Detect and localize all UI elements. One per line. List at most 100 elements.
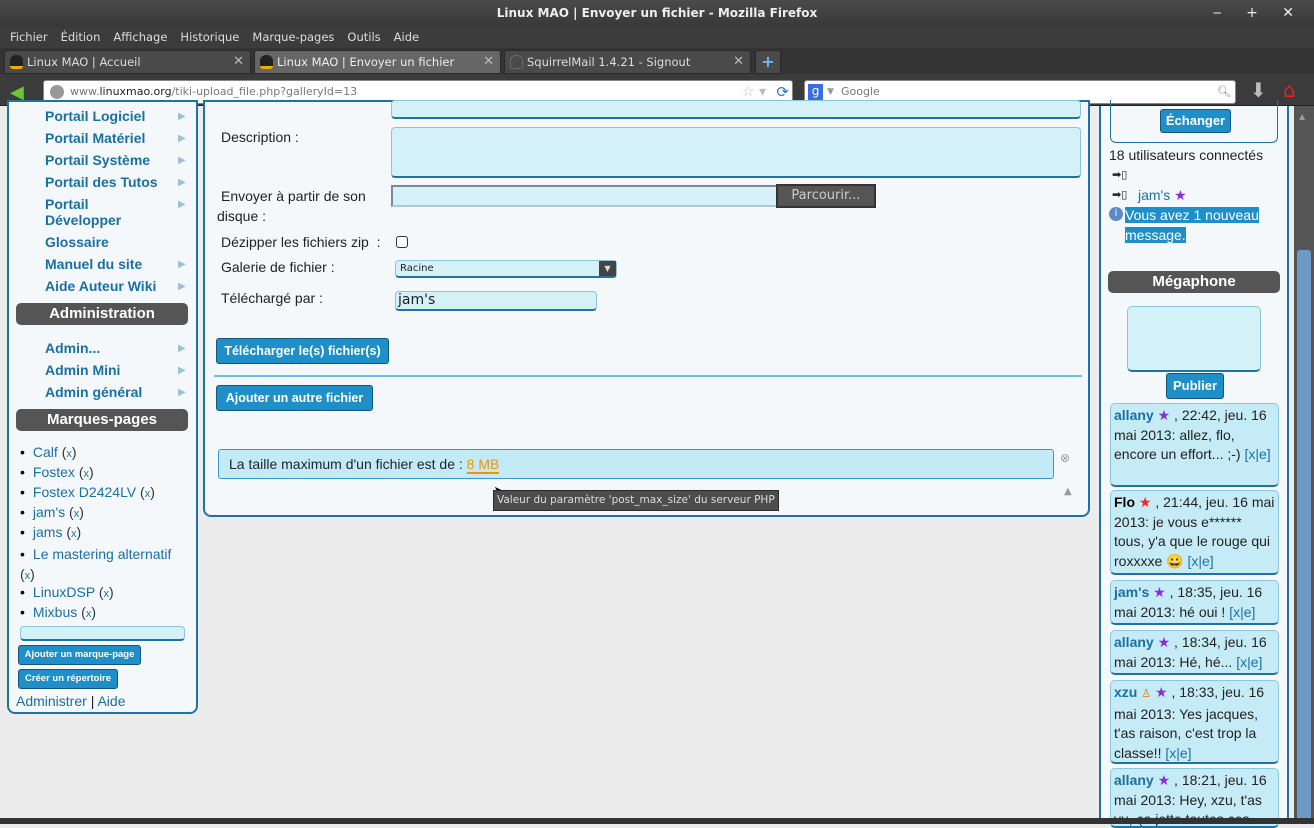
bookmark-item: Le mastering alternatif (x) (20, 544, 190, 586)
message-user[interactable]: xzu (1114, 684, 1137, 700)
close-notice-icon[interactable]: ⊗ (1060, 451, 1070, 465)
message-user[interactable]: allany (1114, 634, 1154, 650)
bookmark-link[interactable]: LinuxDSP (33, 584, 95, 600)
scroll-up-icon[interactable]: ▲ (1299, 112, 1305, 121)
publish-button[interactable]: Publier (1166, 373, 1224, 399)
create-directory-button[interactable]: Créer un répertoire (18, 669, 118, 689)
bookmark-link[interactable]: Fostex (33, 464, 75, 480)
message-actions[interactable]: [x|e] (1229, 604, 1255, 620)
bookmark-item: LinuxDSP (x) (20, 584, 114, 600)
remove-bookmark[interactable]: x (103, 588, 109, 600)
message-user[interactable]: allany (1114, 772, 1154, 788)
remove-bookmark[interactable]: x (66, 448, 72, 460)
nav-admin-general[interactable]: Admin général (45, 384, 142, 400)
add-another-file-button[interactable]: Ajouter un autre fichier (216, 385, 373, 411)
page-icon (510, 55, 523, 69)
nav-glossaire[interactable]: Glossaire (45, 234, 109, 250)
uploader-input[interactable]: jam's (395, 291, 597, 311)
remove-bookmark[interactable]: x (86, 608, 92, 620)
nav-portail-tutos[interactable]: Portail des Tutos (45, 174, 158, 190)
message-actions[interactable]: [x|e] (1244, 446, 1270, 462)
max-size-text: La taille maximum d'un fichier est de : (229, 456, 467, 472)
nav-manuel-site[interactable]: Manuel du site (45, 256, 142, 272)
chevron-down-icon: ▼ (599, 261, 616, 276)
remove-bookmark[interactable]: x (71, 528, 77, 540)
bookmark-item: Fostex (x) (20, 464, 94, 480)
remove-bookmark[interactable]: x (145, 488, 151, 500)
nav-portail-logiciel[interactable]: Portail Logiciel (45, 108, 145, 124)
shout-message: Flo ★ , 21:44, jeu. 16 mai 2013: je vous… (1110, 490, 1279, 575)
info-icon: i (1109, 207, 1123, 221)
close-tab-icon[interactable]: ✕ (483, 51, 494, 73)
bookmark-link[interactable]: jams (33, 524, 63, 540)
nav-portail-materiel[interactable]: Portail Matériel (45, 130, 145, 146)
new-message-notice[interactable]: Vous avez 1 nouveau message. (1125, 205, 1267, 245)
tab-envoyer-fichier[interactable]: Linux MAO | Envoyer un fichier ✕ (254, 50, 501, 74)
upload-label: Envoyer à partir de son disque : (217, 188, 366, 224)
gallery-value: Racine (400, 263, 434, 274)
url-prefix: www. (70, 85, 100, 98)
scrollbar-thumb[interactable] (1297, 250, 1311, 820)
remove-bookmark[interactable]: x (83, 468, 89, 480)
bookmark-link[interactable]: Calf (33, 444, 58, 460)
collapse-icon[interactable]: ▲ (1064, 486, 1072, 497)
new-message-text: Vous avez 1 nouveau message. (1125, 207, 1259, 243)
tooltip: Valeur du paramètre 'post_max_size' du s… (493, 490, 779, 511)
menu-outils[interactable]: Outils (347, 30, 380, 44)
tab-accueil[interactable]: Linux MAO | Accueil ✕ (4, 50, 251, 74)
nav-portail-systeme[interactable]: Portail Système (45, 152, 150, 168)
max-size-value[interactable]: 8 MB (466, 456, 500, 474)
nav-portail-developper[interactable]: Portail Développer (45, 196, 155, 228)
home-icon[interactable]: ⌂ (1283, 78, 1296, 102)
remove-bookmark[interactable]: x (74, 508, 80, 520)
menu-aide[interactable]: Aide (394, 30, 419, 44)
menu-marque-pages[interactable]: Marque-pages (252, 30, 334, 44)
message-user[interactable]: Flo (1114, 494, 1135, 510)
bookmark-link[interactable]: jam's (33, 504, 65, 520)
person-icon: ♙ (1141, 688, 1152, 700)
bookmark-name-input[interactable] (20, 626, 185, 641)
tab-squirrelmail[interactable]: SquirrelMail 1.4.21 - Signout ✕ (504, 50, 751, 74)
message-actions[interactable]: [x|e] (1165, 745, 1191, 761)
menu-edition[interactable]: Édition (61, 30, 101, 44)
help-link[interactable]: Aide (97, 693, 125, 709)
user-link[interactable]: jam's ★ (1138, 187, 1187, 204)
chevron-right-icon: ▶ (178, 365, 186, 376)
menu-affichage[interactable]: Affichage (113, 30, 167, 44)
chevron-right-icon: ▶ (178, 155, 186, 166)
close-tab-icon[interactable]: ✕ (733, 51, 744, 73)
message-user[interactable]: allany (1114, 407, 1154, 423)
megaphone-textarea[interactable] (1127, 306, 1261, 372)
title-input[interactable] (391, 100, 1081, 119)
nav-aide-auteur-wiki[interactable]: Aide Auteur Wiki (45, 278, 156, 294)
bookmark-link[interactable]: Fostex D2424LV (33, 484, 136, 500)
menu-fichier[interactable]: Fichier (10, 30, 48, 44)
description-textarea[interactable] (391, 127, 1081, 178)
upload-files-button[interactable]: Télécharger le(s) fichier(s) (216, 338, 389, 364)
download-icon[interactable]: ⬇ (1250, 78, 1267, 102)
add-bookmark-button[interactable]: Ajouter un marque-page (18, 645, 141, 665)
remove-bookmark[interactable]: x (25, 570, 31, 582)
window-controls[interactable]: ‒ + ✕ (1213, 0, 1304, 27)
menu-historique[interactable]: Historique (180, 30, 239, 44)
unzip-checkbox[interactable] (396, 236, 408, 248)
nav-admin-mini[interactable]: Admin Mini (45, 362, 120, 378)
nav-admin[interactable]: Admin... (45, 340, 100, 356)
gallery-select[interactable]: Racine ▼ (395, 260, 617, 278)
new-tab-button[interactable]: + (755, 50, 781, 74)
shout-message: jam's ★ , 18:35, jeu. 16 mai 2013: hé ou… (1110, 580, 1279, 625)
message-actions[interactable]: [x|e] (1236, 654, 1262, 670)
administer-link[interactable]: Administrer (16, 693, 87, 709)
close-tab-icon[interactable]: ✕ (233, 51, 244, 73)
star-icon: ★ (1138, 494, 1152, 510)
bookmark-link[interactable]: Mixbus (33, 604, 77, 620)
bookmark-item: Calf (x) (20, 444, 77, 460)
browse-button[interactable]: Parcourir... (776, 184, 876, 208)
exchange-button[interactable]: Échanger (1160, 109, 1231, 133)
message-user[interactable]: jam's (1114, 584, 1149, 600)
file-input[interactable] (391, 185, 776, 207)
url-domain: linuxmao.org (99, 85, 172, 98)
bookmark-link[interactable]: Le mastering alternatif (33, 546, 172, 562)
message-actions[interactable]: [x|e] (1187, 553, 1213, 569)
bookmark-item: Mixbus (x) (20, 604, 96, 620)
